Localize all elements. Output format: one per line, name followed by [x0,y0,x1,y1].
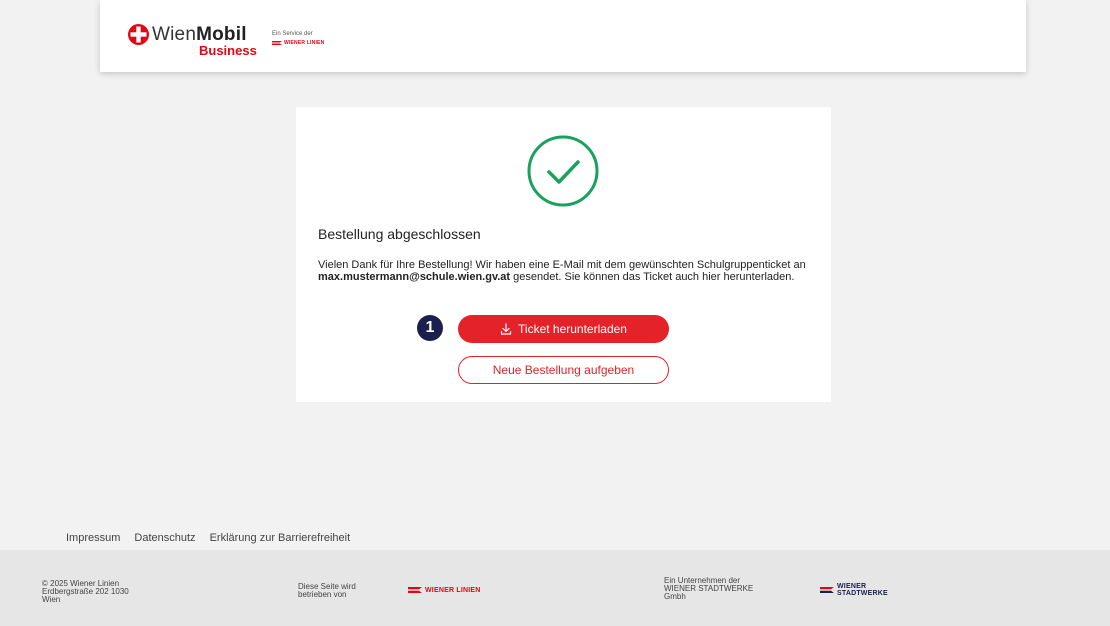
service-by: Ein Service der WIENER LINIEN [272,31,352,46]
new-order-button[interactable]: Neue Bestellung aufgeben [458,356,669,384]
wienmobil-logo-icon [128,24,149,45]
footer-link-barrierefreiheit[interactable]: Erklärung zur Barrierefreiheit [210,532,351,544]
success-check-icon [527,135,599,207]
wiener-stadtwerke-mark-icon [820,587,834,593]
download-icon [500,323,512,335]
wiener-linien-mark-icon [408,587,422,593]
site-header: WienMobil Business Ein Service der WIENE… [100,0,1026,72]
order-confirmation-card: Bestellung abgeschlossen Vielen Dank für… [296,107,831,402]
page-title: Bestellung abgeschlossen [318,226,481,242]
wiener-linien-logo: WIENER LINIEN [272,40,352,46]
logo-wordmark: WienMobil [152,24,247,45]
download-ticket-label: Ticket herunterladen [518,322,627,336]
footer-company-info: Ein Unternehmen der WIENER STADTWERKE Gm… [664,576,754,601]
recipient-email: max.mustermann@schule.wien.gv.at [318,271,511,283]
download-ticket-button[interactable]: Ticket herunterladen [458,315,669,343]
logo-business-label: Business [199,43,257,58]
wienmobil-business-logo[interactable]: WienMobil Business [128,24,257,58]
footer-address: © 2025 Wiener Linien Erdbergstraße 202 1… [42,579,129,604]
footer-wiener-stadtwerke-logo[interactable]: WIENER STADTWERKE [820,583,888,597]
footer-link-datenschutz[interactable]: Datenschutz [134,532,195,544]
wiener-linien-mark-icon [272,41,282,45]
footer-operated-by: Diese Seite wird betrieben von [298,582,356,599]
wiener-linien-wordmark: WIENER LINIEN [284,40,325,46]
footer-link-impressum[interactable]: Impressum [66,532,120,544]
site-footer: © 2025 Wiener Linien Erdbergstraße 202 1… [0,550,1110,626]
footer-links: Impressum Datenschutz Erklärung zur Barr… [66,532,350,544]
confirmation-message: Vielen Dank für Ihre Bestellung! Wir hab… [318,259,806,283]
footer-wiener-linien-logo[interactable]: WIENER LINIEN [408,586,481,594]
service-by-text: Ein Service der [272,31,313,37]
step-badge: 1 [417,315,443,341]
